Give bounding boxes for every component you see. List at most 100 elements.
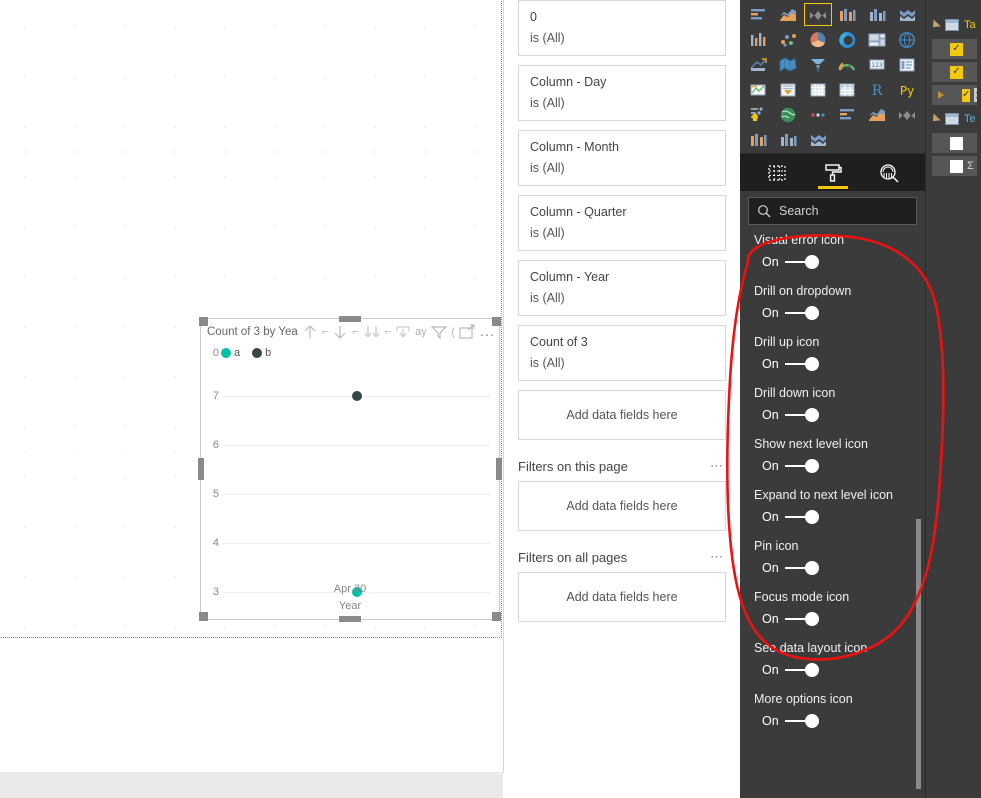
expand-caret-icon[interactable] — [929, 19, 941, 31]
donut-chart-icon[interactable] — [834, 53, 862, 76]
tab-format[interactable] — [816, 154, 850, 192]
toggle-switch[interactable] — [784, 714, 819, 728]
visualization-type-grid[interactable]: 123 R Py — [740, 0, 925, 153]
more-visuals-icon[interactable] — [804, 128, 832, 151]
card-icon[interactable]: R — [863, 78, 891, 101]
format-option-toggle-row[interactable]: On — [754, 408, 925, 422]
100-stacked-bar-chart-icon[interactable] — [863, 3, 891, 26]
filters-on-this-page-more-icon[interactable]: ⋯ — [710, 458, 724, 474]
visualizations-pane-tabs[interactable] — [740, 153, 925, 191]
format-option-toggle-row[interactable]: On — [754, 255, 925, 269]
field-checkbox[interactable]: ✓ — [962, 88, 971, 102]
format-pane-scrollbar[interactable] — [916, 519, 921, 789]
filter-card[interactable]: Column - Month is (All) — [518, 130, 726, 186]
fields-row[interactable]: ✓ — [932, 62, 977, 82]
stacked-column-chart-icon[interactable] — [774, 3, 802, 26]
filters-pane[interactable]: 0 is (All) Column - Day is (All) Column - Mo… — [504, 0, 740, 772]
filter-card[interactable]: Column - Quarter is (All) — [518, 195, 726, 251]
filter-card[interactable]: Column - Year is (All) — [518, 260, 726, 316]
field-checkbox[interactable] — [950, 159, 963, 173]
format-option-toggle-row[interactable]: On — [754, 612, 925, 626]
map-icon[interactable] — [893, 53, 921, 76]
row-expand-arrow-icon[interactable] — [938, 91, 944, 99]
format-option-toggle-row[interactable]: On — [754, 561, 925, 575]
stacked-bar-chart-icon[interactable] — [744, 3, 772, 26]
chart-plot-area[interactable]: 0 7 6 5 4 3 a b Apr 30 Year — [201, 345, 499, 621]
field-checkbox[interactable]: ✓ — [950, 42, 963, 56]
fields-pane[interactable]: Ta✓✓✓1/3TeΣ — [925, 0, 981, 798]
treemap-icon[interactable]: 123 — [863, 53, 891, 76]
fields-row[interactable]: ✓1/3 — [932, 85, 977, 105]
visualizations-pane[interactable]: 123 R Py Search Visual error icon On Dri… — [740, 0, 925, 798]
format-option-toggle-row[interactable]: On — [754, 459, 925, 473]
python-visual-icon[interactable] — [893, 103, 921, 126]
tab-fields[interactable] — [760, 154, 794, 192]
format-option-toggle-row[interactable]: On — [754, 357, 925, 371]
format-option-toggle-row[interactable]: On — [754, 510, 925, 524]
drill-up-icon[interactable] — [300, 320, 320, 344]
field-checkbox[interactable] — [950, 136, 963, 150]
filter-card[interactable]: 0 is (All) — [518, 0, 726, 56]
filled-map-icon[interactable] — [744, 78, 772, 101]
show-next-level-icon[interactable] — [361, 320, 383, 344]
line-clustered-column-icon[interactable] — [863, 28, 891, 51]
multi-row-card-icon[interactable]: Py — [893, 78, 921, 101]
format-option-toggle-row[interactable]: On — [754, 306, 925, 320]
table-icon[interactable] — [804, 103, 832, 126]
pie-chart-icon[interactable] — [804, 53, 832, 76]
toggle-switch[interactable] — [784, 408, 819, 422]
visual-header-toolbar[interactable]: ⌐ ⌐ ⌐ ay ⟨ … — [300, 320, 495, 344]
focus-mode-icon[interactable] — [457, 320, 477, 344]
arcgis-map-icon[interactable] — [774, 128, 802, 151]
matrix-icon[interactable] — [834, 103, 862, 126]
toggle-switch[interactable] — [784, 612, 819, 626]
r-script-visual-icon[interactable] — [863, 103, 891, 126]
all-pages-filters-dropzone[interactable]: Add data fields here — [518, 572, 726, 622]
fields-row[interactable]: ✓ — [932, 39, 977, 59]
fields-row[interactable]: Σ — [932, 156, 977, 176]
key-influencers-icon[interactable] — [744, 128, 772, 151]
gauge-icon[interactable] — [834, 78, 862, 101]
filters-on-all-pages-more-icon[interactable]: ⋯ — [710, 549, 724, 565]
format-options-list[interactable]: Visual error icon On Drill on dropdown On Dr… — [740, 229, 925, 798]
format-option-toggle-row[interactable]: On — [754, 663, 925, 677]
drill-down-icon[interactable] — [330, 320, 350, 344]
toggle-switch[interactable] — [784, 561, 819, 575]
chart-visual-container[interactable]: Count of 3 by Yea ⌐ ⌐ ⌐ ay ⟨ … 0 7 6 5 4… — [198, 316, 502, 622]
fields-row[interactable] — [932, 133, 977, 153]
filter-card[interactable]: Count of 3 is (All) — [518, 325, 726, 381]
filter-funnel-icon[interactable] — [429, 320, 449, 344]
toggle-switch[interactable] — [784, 306, 819, 320]
filter-card[interactable]: Column - Day is (All) — [518, 65, 726, 121]
100-stacked-column-chart-icon[interactable] — [893, 3, 921, 26]
clustered-bar-chart-icon[interactable] — [803, 3, 832, 26]
slicer-icon[interactable] — [774, 103, 802, 126]
visual-more-options-icon[interactable]: … — [479, 323, 495, 341]
toggle-switch[interactable] — [784, 663, 819, 677]
toggle-switch[interactable] — [784, 357, 819, 371]
expand-to-next-level-icon[interactable] — [393, 320, 413, 344]
fields-table-header[interactable]: Te — [926, 108, 981, 130]
funnel-icon[interactable] — [804, 78, 832, 101]
ribbon-chart-icon[interactable] — [893, 28, 921, 51]
stacked-area-chart-icon[interactable] — [804, 28, 832, 51]
format-search-box[interactable]: Search — [748, 197, 917, 225]
format-option-toggle-row[interactable]: On — [754, 714, 925, 728]
expand-caret-icon[interactable] — [929, 113, 941, 125]
fields-table-header[interactable]: Ta — [926, 14, 981, 36]
toggle-switch[interactable] — [784, 510, 819, 524]
field-checkbox[interactable]: ✓ — [950, 65, 963, 79]
kpi-icon[interactable] — [744, 103, 772, 126]
format-search-container[interactable]: Search — [740, 191, 925, 229]
toggle-switch[interactable] — [784, 459, 819, 473]
page-filters-dropzone[interactable]: Add data fields here — [518, 481, 726, 531]
data-point-b[interactable] — [352, 391, 362, 401]
area-chart-icon[interactable] — [774, 28, 802, 51]
line-stacked-column-icon[interactable] — [834, 28, 862, 51]
line-chart-icon[interactable] — [744, 28, 772, 51]
waterfall-chart-icon[interactable] — [744, 53, 772, 76]
toggle-switch[interactable] — [784, 255, 819, 269]
visual-filters-dropzone[interactable]: Add data fields here — [518, 390, 726, 440]
clustered-column-chart-icon[interactable] — [834, 3, 862, 26]
chart-legend[interactable]: a b — [221, 347, 271, 359]
